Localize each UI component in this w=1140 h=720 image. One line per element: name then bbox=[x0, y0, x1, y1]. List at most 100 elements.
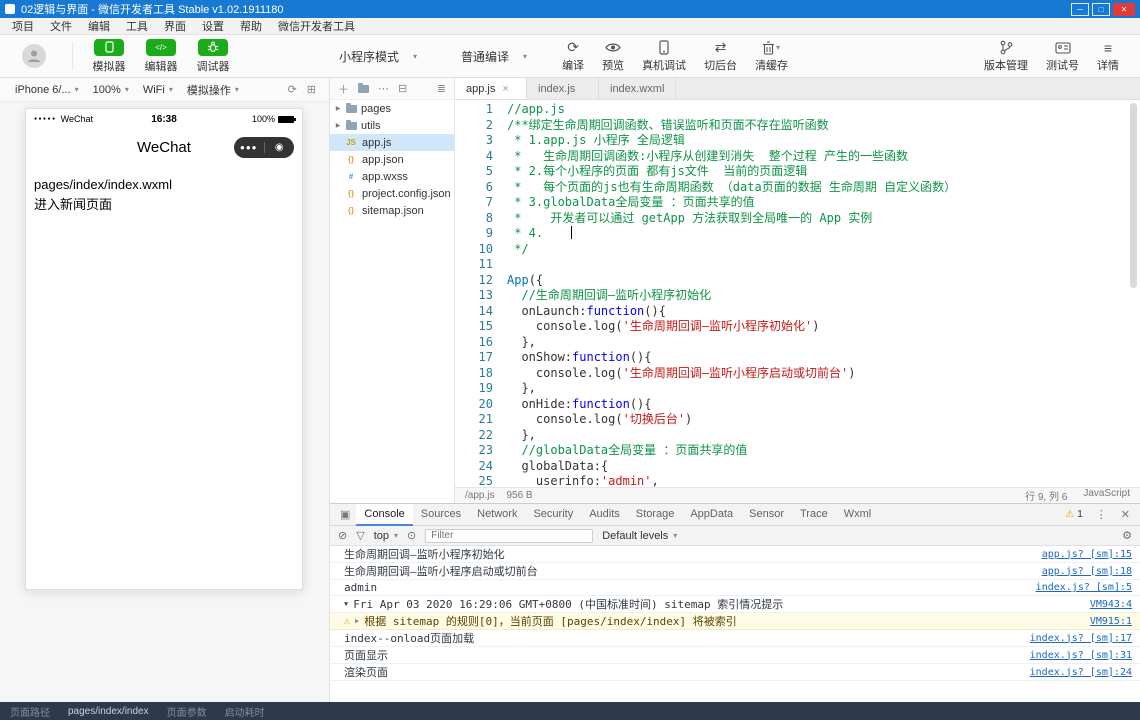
warning-badge[interactable]: ⚠ 1 bbox=[1060, 509, 1088, 520]
scrollbar[interactable] bbox=[1130, 103, 1137, 288]
code-line[interactable]: }, bbox=[507, 428, 956, 444]
settings-gear-icon[interactable]: ⚙ bbox=[1122, 529, 1132, 542]
exit-circle-icon[interactable]: ◉ bbox=[265, 142, 295, 153]
code-line[interactable]: * 3.globalData全局变量 ：页面共享的值 bbox=[507, 195, 956, 211]
filter-funnel-icon[interactable]: ▽ bbox=[356, 529, 364, 542]
code-line[interactable] bbox=[507, 257, 956, 273]
collapse-panel-icon[interactable]: ⊞ bbox=[302, 83, 321, 96]
language-indicator[interactable]: JavaScript bbox=[1083, 488, 1130, 503]
devtools-tab-console[interactable]: Console bbox=[356, 503, 413, 526]
tree-item-pages[interactable]: ▶ pages bbox=[330, 100, 454, 117]
more-options-icon[interactable]: ⋯ bbox=[378, 82, 389, 95]
minimize-button[interactable]: ─ bbox=[1071, 2, 1089, 16]
devtools-tab-network[interactable]: Network bbox=[469, 504, 525, 526]
devtools-tab-security[interactable]: Security bbox=[525, 504, 581, 526]
menu-item[interactable]: 界面 bbox=[156, 18, 194, 34]
code-line[interactable]: onShow:function(){ bbox=[507, 350, 956, 366]
filter-input[interactable] bbox=[425, 528, 594, 543]
explorer-menu-icon[interactable]: ≣ bbox=[437, 82, 446, 95]
tree-item-app.wxss[interactable]: # app.wxss bbox=[330, 168, 454, 185]
code-line[interactable]: globalData:{ bbox=[507, 459, 956, 475]
devtools-tab-audits[interactable]: Audits bbox=[581, 504, 628, 526]
collapse-tree-icon[interactable]: ⊟ bbox=[398, 82, 407, 95]
source-link[interactable]: VM943:4 bbox=[1090, 599, 1132, 610]
clear-cache-button[interactable]: ▾ 清缓存 bbox=[755, 39, 788, 73]
menu-item[interactable]: 工具 bbox=[118, 18, 156, 34]
enter-news-link[interactable]: 进入新闻页面 bbox=[34, 195, 294, 215]
maximize-button[interactable]: □ bbox=[1092, 2, 1110, 16]
avatar[interactable] bbox=[22, 44, 46, 68]
source-link[interactable]: VM915:1 bbox=[1090, 616, 1132, 627]
code-line[interactable]: //app.js bbox=[507, 102, 956, 118]
preview-button[interactable]: 预览 bbox=[602, 39, 624, 73]
menu-item[interactable]: 设置 bbox=[194, 18, 232, 34]
expand-icon[interactable]: ▶ bbox=[355, 617, 359, 625]
code-line[interactable]: * 每个页面的js也有生命周期函数 （data页面的数据 生命周期 自定义函数） bbox=[507, 180, 956, 196]
more-menu-icon[interactable]: ⋮ bbox=[1090, 508, 1113, 521]
code-line[interactable]: onHide:function(){ bbox=[507, 397, 956, 413]
code-line[interactable]: }, bbox=[507, 381, 956, 397]
code-line[interactable]: console.log('生命周期回调—监听小程序初始化') bbox=[507, 319, 956, 335]
sim-operation-select[interactable]: 模拟操作 ▾ bbox=[180, 82, 246, 98]
code-line[interactable]: userinfo:'admin', bbox=[507, 474, 956, 487]
close-devtools-icon[interactable]: ✕ bbox=[1115, 508, 1136, 521]
close-tab-icon[interactable]: × bbox=[502, 83, 508, 95]
source-link[interactable]: index.js? [sm]:5 bbox=[1036, 582, 1132, 593]
real-device-debug-button[interactable]: 真机调试 bbox=[642, 39, 686, 73]
eye-icon[interactable]: ⊙ bbox=[407, 529, 416, 542]
code-area[interactable]: 1 2 3 4 5 6 7 8 9 10 11 12 13 14 15 16 17 18 19 20 21 22 23 24 2… bbox=[455, 100, 1140, 487]
inspect-icon[interactable]: ▣ bbox=[334, 508, 356, 521]
devtools-tab-appdata[interactable]: AppData bbox=[682, 504, 741, 526]
devtools-tab-wxml[interactable]: Wxml bbox=[836, 504, 880, 526]
devtools-tab-sensor[interactable]: Sensor bbox=[741, 504, 792, 526]
switch-background-button[interactable]: ⇄ 切后台 bbox=[704, 39, 737, 73]
add-folder-icon[interactable] bbox=[358, 82, 369, 93]
rotate-icon[interactable]: ⟳ bbox=[283, 83, 302, 96]
log-level-select[interactable]: Default levels ▾ bbox=[602, 530, 677, 542]
code-line[interactable]: * 1.app.js 小程序 全局逻辑 bbox=[507, 133, 956, 149]
code-line[interactable]: * 2.每个小程序的页面 都有js文件 当前的页面逻辑 bbox=[507, 164, 956, 180]
code-line[interactable]: App({ bbox=[507, 273, 956, 289]
source-link[interactable]: app.js? [sm]:15 bbox=[1042, 549, 1132, 560]
device-select[interactable]: iPhone 6/... ▾ bbox=[8, 84, 86, 96]
tree-item-sitemap.json[interactable]: {} sitemap.json bbox=[330, 202, 454, 219]
context-select[interactable]: top ▾ bbox=[374, 530, 398, 542]
menu-item[interactable]: 帮助 bbox=[232, 18, 270, 34]
details-button[interactable]: ≡ 详情 bbox=[1097, 39, 1119, 73]
code-line[interactable]: */ bbox=[507, 242, 956, 258]
code-line[interactable]: onLaunch:function(){ bbox=[507, 304, 956, 320]
tree-item-project.config.json[interactable]: {} project.config.json bbox=[330, 185, 454, 202]
more-menu-icon[interactable]: ●●● bbox=[234, 143, 264, 152]
menu-item[interactable]: 微信开发者工具 bbox=[270, 18, 363, 34]
test-account-button[interactable]: 测试号 bbox=[1046, 39, 1079, 73]
code-line[interactable]: * 开发者可以通过 getApp 方法获取到全局唯一的 App 实例 bbox=[507, 211, 956, 227]
devtools-tab-sources[interactable]: Sources bbox=[413, 504, 469, 526]
code-line[interactable]: console.log('切换后台') bbox=[507, 412, 956, 428]
compile-button[interactable]: ⟳ 编译 bbox=[562, 39, 584, 73]
compile-mode-select[interactable]: 普通编译 ▾ bbox=[461, 48, 527, 65]
source-link[interactable]: index.js? [sm]:17 bbox=[1030, 633, 1132, 644]
simulator-toggle-button[interactable]: 模拟器 bbox=[83, 38, 135, 74]
editor-toggle-button[interactable]: </> 编辑器 bbox=[135, 38, 187, 74]
code-line[interactable]: console.log('生命周期回调—监听小程序启动或切前台') bbox=[507, 366, 956, 382]
menu-item[interactable]: 项目 bbox=[4, 18, 42, 34]
editor-tab-app.js[interactable]: app.js × bbox=[455, 78, 527, 99]
menu-item[interactable]: 编辑 bbox=[80, 18, 118, 34]
editor-tab-index.wxml[interactable]: index.wxml bbox=[599, 78, 677, 99]
network-select[interactable]: WiFi ▾ bbox=[136, 84, 180, 96]
source-link[interactable]: index.js? [sm]:31 bbox=[1030, 650, 1132, 661]
menu-item[interactable]: 文件 bbox=[42, 18, 80, 34]
code-line[interactable]: //生命周期回调—监听小程序初始化 bbox=[507, 288, 956, 304]
zoom-select[interactable]: 100% ▾ bbox=[86, 84, 136, 96]
add-file-icon[interactable]: ＋ bbox=[338, 81, 349, 97]
tree-item-app.json[interactable]: {} app.json bbox=[330, 151, 454, 168]
code-line[interactable]: //globalData全局变量 ：页面共享的值 bbox=[507, 443, 956, 459]
editor-tab-index.js[interactable]: index.js bbox=[527, 78, 599, 99]
clear-console-icon[interactable]: ⊘ bbox=[338, 529, 347, 542]
code-line[interactable]: * 生命周期回调函数:小程序从创建到消失 整个过程 产生的一些函数 bbox=[507, 149, 956, 165]
version-manage-button[interactable]: 版本管理 bbox=[984, 39, 1028, 73]
collapse-icon[interactable]: ▼ bbox=[344, 600, 348, 608]
debugger-toggle-button[interactable]: 调试器 bbox=[187, 38, 239, 74]
source-link[interactable]: app.js? [sm]:18 bbox=[1042, 566, 1132, 577]
mode-select[interactable]: 小程序模式 ▾ bbox=[339, 48, 417, 65]
